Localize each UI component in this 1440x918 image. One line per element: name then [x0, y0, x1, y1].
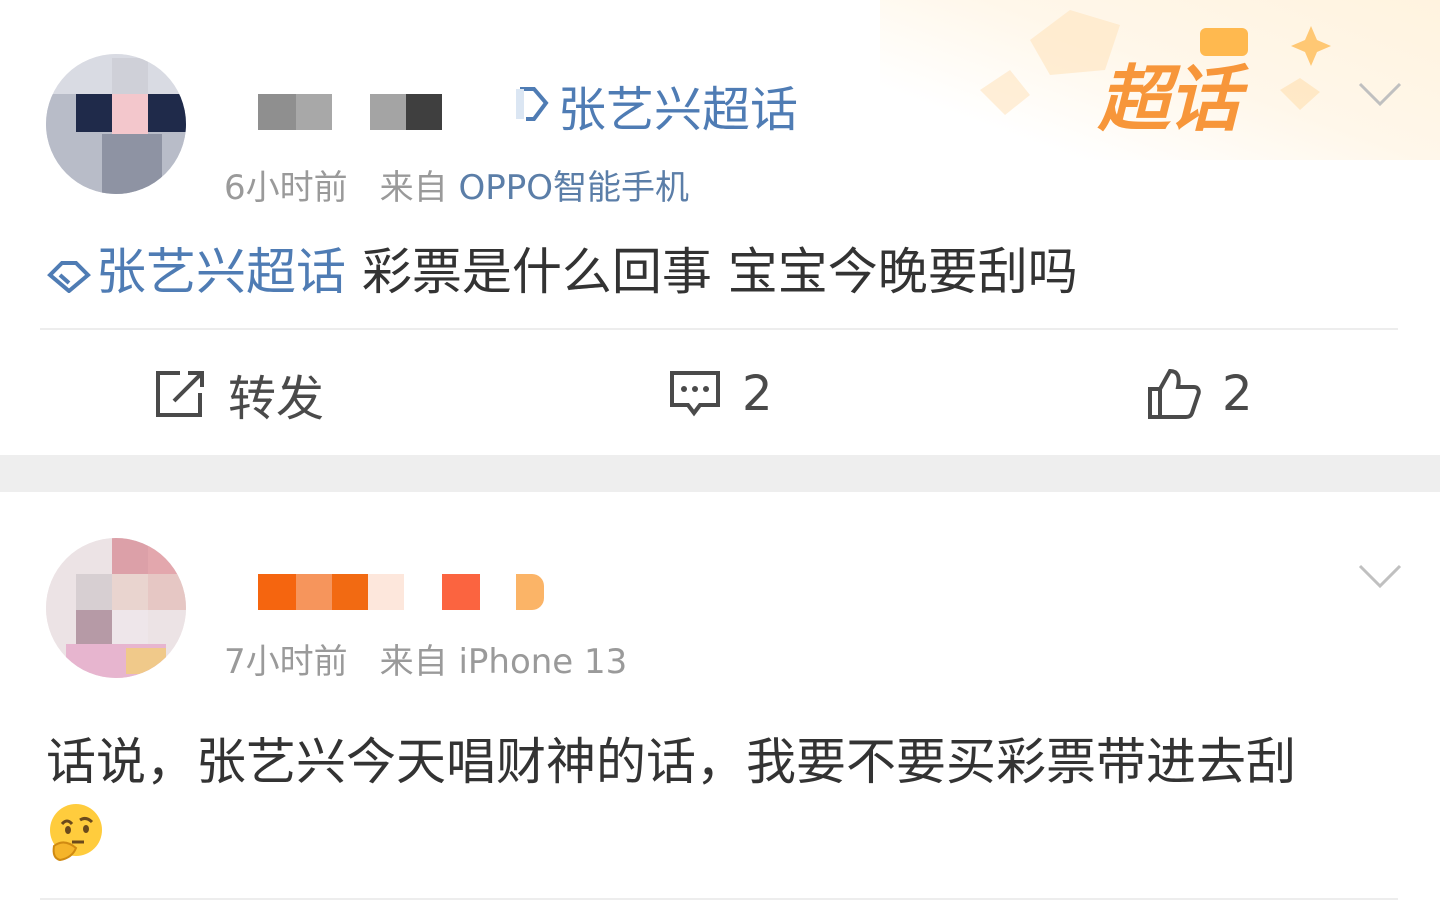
- thinking-face-emoji: [50, 804, 102, 862]
- post-card-1[interactable]: 超话 张艺兴超话 6小时前 来自 OPPO智能手机 张艺兴超话 彩票是什么回事 宝…: [0, 0, 1440, 455]
- topic-diamond-icon: [47, 261, 91, 294]
- repost-label: 转发: [228, 371, 325, 427]
- comment-count: 2: [742, 366, 773, 422]
- super-topic-header-link[interactable]: 张艺兴超话: [516, 70, 798, 140]
- post-meta: 6小时前 来自 OPPO智能手机: [224, 160, 689, 209]
- post-card-2[interactable]: 7小时前 来自 iPhone 13 话说，张艺兴今天唱财神的话，我要不要买彩票带进…: [0, 492, 1440, 918]
- like-count: 2: [1222, 366, 1253, 422]
- super-topic-header-label: 张艺兴超话: [558, 82, 799, 138]
- like-button[interactable]: 2: [1146, 362, 1253, 426]
- topic-tag-link[interactable]: 张艺兴超话: [46, 243, 346, 301]
- chevron-down-icon[interactable]: [1358, 562, 1402, 592]
- repost-button[interactable]: 转发: [154, 362, 325, 427]
- source-device-link[interactable]: OPPO智能手机: [458, 168, 689, 208]
- like-icon: [1148, 368, 1201, 419]
- comment-icon: [670, 371, 720, 417]
- feed-separator: [0, 455, 1440, 492]
- avatar[interactable]: [46, 54, 186, 194]
- topic-diamond-icon: [516, 87, 549, 121]
- post-body: 彩票是什么回事 宝宝今晚要刮吗: [361, 243, 1078, 301]
- post-body: 话说，张艺兴今天唱财神的话，我要不要买彩票带进去刮: [46, 733, 1296, 791]
- timestamp: 6小时前: [224, 168, 348, 208]
- avatar[interactable]: [46, 538, 186, 678]
- divider: [40, 898, 1398, 900]
- source-prefix: 来自: [379, 168, 448, 208]
- chevron-down-icon[interactable]: [1358, 80, 1402, 110]
- source-device: iPhone 13: [458, 642, 628, 682]
- divider: [40, 328, 1398, 330]
- source-prefix: 来自: [379, 642, 448, 682]
- super-topic-badge[interactable]: 超话: [1098, 40, 1240, 145]
- post-meta: 7小时前 来自 iPhone 13: [224, 634, 627, 683]
- post-text: 张艺兴超话 彩票是什么回事 宝宝今晚要刮吗: [46, 232, 1078, 304]
- repost-icon: [156, 371, 204, 417]
- timestamp: 7小时前: [224, 642, 348, 682]
- topic-tag-label: 张艺兴超话: [96, 243, 346, 301]
- comment-button[interactable]: 2: [668, 362, 773, 426]
